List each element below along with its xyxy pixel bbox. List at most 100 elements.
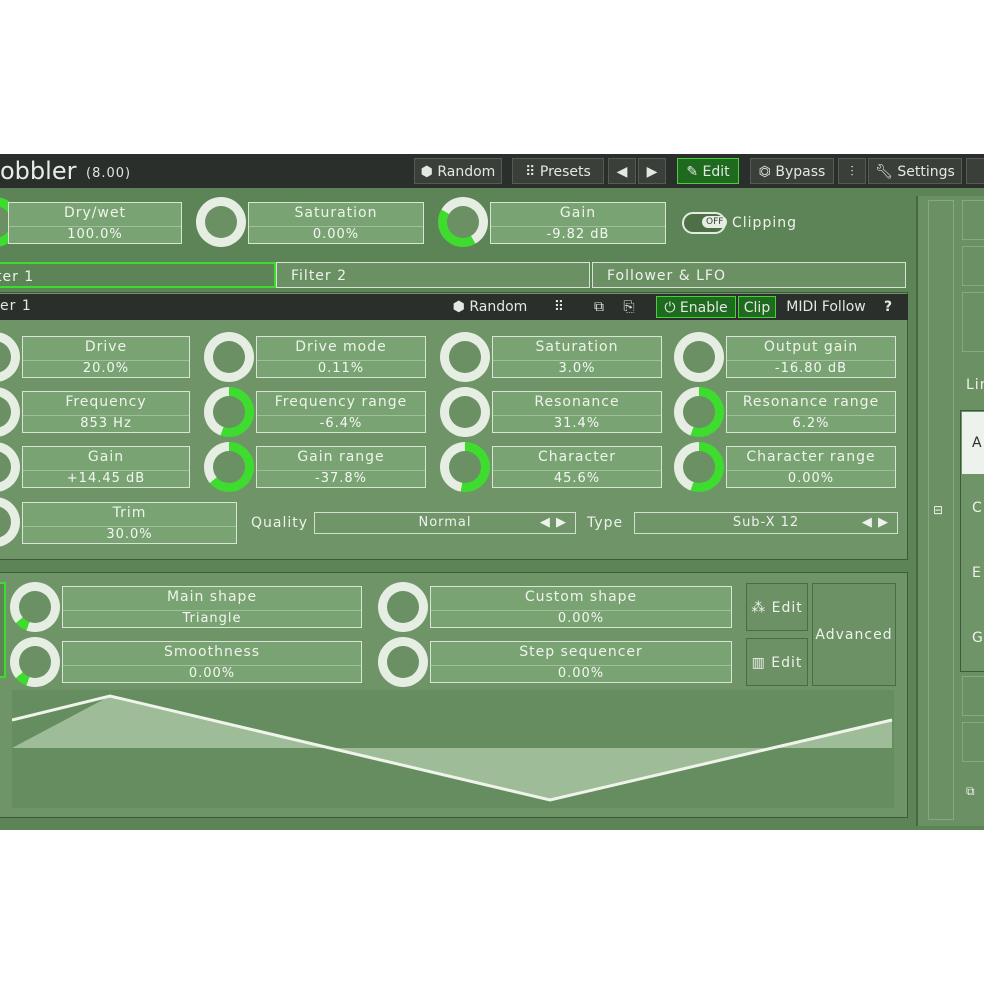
settings-button[interactable]: 🔧︎ Settings [868, 158, 962, 184]
advanced-button[interactable]: Advanced [812, 583, 896, 686]
sidebar-item-e[interactable]: E [972, 565, 982, 581]
lfo-selector[interactable] [0, 582, 6, 678]
prev-preset-button[interactable]: ◀ [608, 158, 636, 184]
quality-select[interactable]: Normal ◀ ▶ [314, 512, 576, 534]
wrench-icon: 🔧︎ [875, 164, 898, 180]
help-button[interactable]: ? [876, 296, 900, 318]
gain-knob[interactable] [438, 197, 488, 247]
sliders-icon: ⫶ [850, 164, 854, 180]
resonance-range-value-box[interactable]: Resonance range 6.2% [726, 391, 896, 433]
saturation-value-box[interactable]: Saturation 0.00% [248, 202, 424, 244]
tab-follower-lfo[interactable]: Follower & LFO [592, 262, 906, 288]
resonance-knob[interactable] [440, 387, 490, 437]
edit-steps-button[interactable]: ▥ Edit [746, 638, 808, 686]
drive-value-box[interactable]: Drive 20.0% [22, 336, 190, 378]
saturation-value-box[interactable]: Saturation 3.0% [492, 336, 662, 378]
side-button-3[interactable] [962, 292, 984, 352]
step-sequencer-value: 0.00% [431, 665, 731, 681]
smoothness-knob[interactable] [10, 637, 60, 687]
gain-range-value-box[interactable]: Gain range -37.8% [256, 446, 426, 488]
output-gain-knob[interactable] [674, 332, 724, 382]
trim-value: 30.0% [23, 526, 236, 542]
type-value: Sub-X 12 [732, 515, 800, 530]
drywet-value: 100.0% [9, 226, 181, 242]
sidebar-lin[interactable]: Lin [966, 377, 984, 393]
bypass-button[interactable]: ⏣ Bypass [750, 158, 834, 184]
side-button-1[interactable] [962, 200, 984, 240]
character-range-knob[interactable] [674, 442, 724, 492]
step-sequencer-knob[interactable] [378, 637, 428, 687]
quality-label: Quality [251, 515, 309, 531]
presets-button[interactable]: ⠿ Presets [512, 158, 604, 184]
custom-shape-box[interactable]: Custom shape 0.00% [430, 586, 732, 628]
gain-value-box[interactable]: Gain -9.82 dB [490, 202, 666, 244]
filter-presets-button[interactable]: ⠿ [548, 296, 570, 318]
step-sequencer-box[interactable]: Step sequencer 0.00% [430, 641, 732, 683]
output-gain-value-box[interactable]: Output gain -16.80 dB [726, 336, 896, 378]
character-knob[interactable] [440, 442, 490, 492]
tab-filter-1[interactable]: ter 1 [0, 262, 276, 288]
random-button[interactable]: ⬢ Random [414, 158, 502, 184]
copy-icon[interactable]: ⧉ [966, 784, 976, 799]
saturation-knob[interactable] [440, 332, 490, 382]
type-select[interactable]: Sub-X 12 ◀ ▶ [634, 512, 898, 534]
tab-filter-2[interactable]: Filter 2 [276, 262, 590, 288]
trim-label: Trim [112, 505, 147, 521]
edit-button[interactable]: ✎ Edit [677, 158, 739, 184]
clipping-label: Clipping [732, 215, 797, 231]
paste-button[interactable]: ⎘ [618, 296, 640, 318]
side-button-5[interactable] [962, 722, 984, 762]
frequency-range-knob[interactable] [204, 387, 254, 437]
gain-range-knob[interactable] [204, 442, 254, 492]
side-button-2[interactable] [962, 246, 984, 286]
main-shape-box[interactable]: Main shape Triangle [62, 586, 362, 628]
custom-shape-knob[interactable] [378, 582, 428, 632]
smoothness-value: 0.00% [63, 665, 361, 681]
drywet-value-box[interactable]: Dry/wet 100.0% [8, 202, 182, 244]
trim-value-box[interactable]: Trim 30.0% [22, 502, 237, 544]
sidebar-item-c[interactable]: C [972, 500, 983, 516]
character-value-box[interactable]: Character 45.6% [492, 446, 662, 488]
gain-value: -9.82 dB [491, 226, 665, 242]
collapse-icon[interactable]: ⊟ [933, 503, 944, 517]
frequency-range-value-box[interactable]: Frequency range -6.4% [256, 391, 426, 433]
character-range-value-box[interactable]: Character range 0.00% [726, 446, 896, 488]
plugin-title: obbler [0, 157, 77, 185]
main-shape-knob[interactable] [10, 582, 60, 632]
sidebar-item-g[interactable]: G [972, 630, 984, 646]
type-arrows-icon[interactable]: ◀ ▶ [862, 513, 889, 533]
smoothness-box[interactable]: Smoothness 0.00% [62, 641, 362, 683]
side-button-4[interactable] [962, 676, 984, 716]
clip-button[interactable]: Clip [738, 296, 776, 318]
drive-mode-label: Drive mode [295, 339, 387, 355]
copy-button[interactable]: ⧉ [588, 296, 610, 318]
meter-settings-button[interactable]: ⫶ [838, 158, 866, 184]
character-value: 45.6% [493, 470, 661, 486]
drive-mode-knob[interactable] [204, 332, 254, 382]
resonance-value: 31.4% [493, 415, 661, 431]
saturation-label: Saturation [294, 205, 378, 221]
frequency-range-value: -6.4% [257, 415, 425, 431]
gain-label: Gain [559, 205, 597, 221]
lfo-waveform[interactable] [12, 690, 894, 808]
next-preset-button[interactable]: ▶ [638, 158, 666, 184]
quality-arrows-icon[interactable]: ◀ ▶ [540, 513, 567, 533]
frequency-value-box[interactable]: Frequency 853 Hz [22, 391, 190, 433]
sidebar-item-a[interactable]: A [962, 412, 984, 474]
edit-shape-button[interactable]: ⁂ Edit [746, 583, 808, 631]
enable-button[interactable]: ⏻ Enable [656, 296, 736, 318]
clipping-toggle[interactable]: OFF [682, 212, 728, 234]
gain-range-value: -37.8% [257, 470, 425, 486]
filter-random-button[interactable]: ⬢ Random [450, 296, 530, 318]
more-button[interactable] [966, 158, 984, 184]
dice-icon: ⬢ [420, 164, 438, 180]
drive-mode-value-box[interactable]: Drive mode 0.11% [256, 336, 426, 378]
saturation-knob[interactable] [196, 197, 246, 247]
frequency-range-label: Frequency range [274, 394, 408, 410]
resonance-range-knob[interactable] [674, 387, 724, 437]
resonance-value-box[interactable]: Resonance 31.4% [492, 391, 662, 433]
midi-follow-button[interactable]: MIDI Follow [782, 296, 870, 318]
resonance-range-value: 6.2% [727, 415, 895, 431]
gain-value-box[interactable]: Gain +14.45 dB [22, 446, 190, 488]
grid-icon: ⠿ [553, 299, 565, 315]
